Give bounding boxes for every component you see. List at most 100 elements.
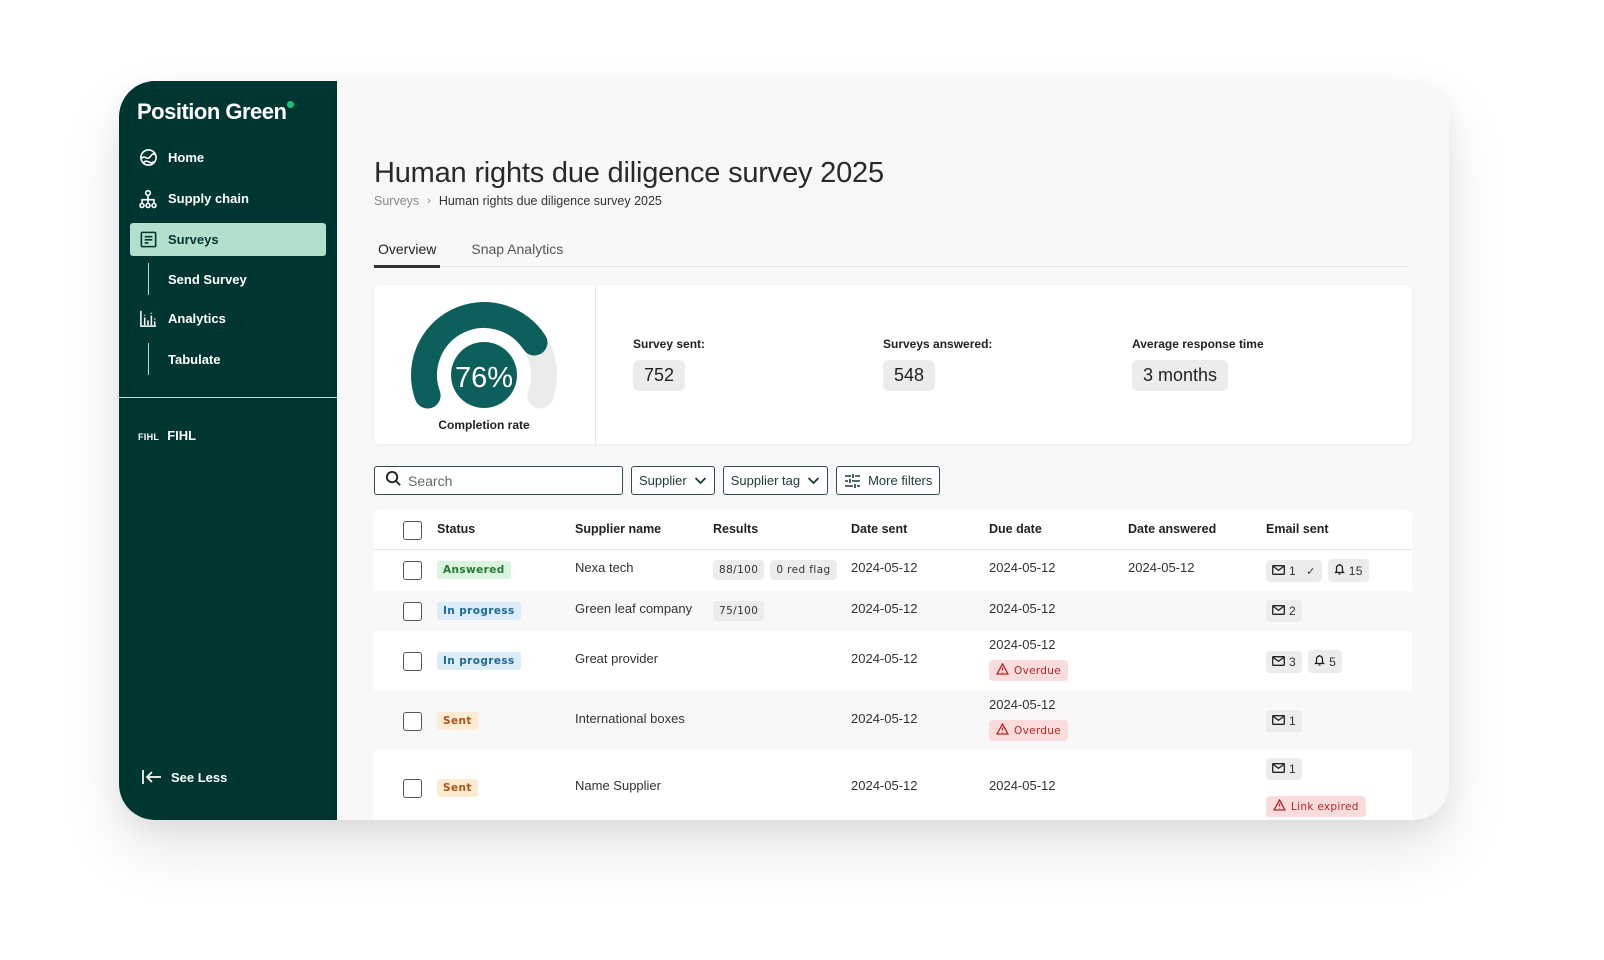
check-icon: ✓	[1306, 565, 1316, 578]
stat-label: Surveys answered:	[883, 337, 993, 351]
see-less-button[interactable]: See Less	[141, 768, 227, 786]
table-row[interactable]: Sent Name Supplier 2024-05-12 2024-05-12 1 Li…	[374, 750, 1412, 820]
sidebar-subitem-send-survey[interactable]: Send Survey	[148, 263, 318, 295]
supplier-name[interactable]: Great provider	[575, 651, 658, 666]
date-sent: 2024-05-12	[851, 601, 918, 616]
emails-sent-chip[interactable]: 1	[1266, 710, 1303, 732]
search-input[interactable]	[408, 472, 608, 489]
document-icon	[138, 230, 158, 250]
breadcrumb-surveys[interactable]: Surveys	[374, 194, 419, 208]
email-sent-cell: 1	[1266, 758, 1308, 780]
due-date: 2024-05-12	[989, 778, 1056, 793]
sidebar-item-label: Tabulate	[168, 351, 221, 367]
org-name: FIHL	[167, 428, 197, 443]
column-header-status[interactable]: Status	[437, 522, 475, 536]
emails-sent-chip[interactable]: 2	[1266, 600, 1303, 622]
emails-sent-chip[interactable]: 3	[1266, 651, 1303, 673]
tab-snap-analytics[interactable]: Snap Analytics	[467, 231, 567, 267]
reminders-chip[interactable]: 5	[1308, 650, 1343, 673]
gauge-label: Completion rate	[438, 418, 530, 432]
result-chip: 88/100	[713, 560, 765, 580]
tab-overview[interactable]: Overview	[374, 231, 441, 268]
chevron-right-icon: ›	[427, 195, 431, 207]
select-all-checkbox[interactable]	[403, 521, 422, 540]
breadcrumb: Surveys › Human rights due diligence sur…	[374, 194, 662, 208]
row-checkbox[interactable]	[403, 779, 422, 798]
sidebar-item-home[interactable]: Home	[130, 141, 326, 174]
sliders-icon	[845, 473, 861, 488]
completion-gauge: 76% Completion rate	[374, 285, 596, 444]
org-logo: FIHL	[138, 431, 160, 442]
supplier-name[interactable]: Green leaf company	[575, 601, 692, 616]
reminders-chip[interactable]: 15	[1327, 559, 1369, 582]
result-chip: 75/100	[713, 601, 765, 621]
supplier-name[interactable]: Name Supplier	[575, 778, 661, 793]
column-header-supplier-name[interactable]: Supplier name	[575, 522, 661, 536]
table-row[interactable]: Answered Nexa tech 88/100 0 red flag 2024-05…	[374, 550, 1412, 591]
supplier-tag-filter-dropdown[interactable]: Supplier tag	[722, 466, 829, 495]
status-badge: In progress	[437, 652, 521, 670]
email-count: 2	[1289, 604, 1297, 618]
sidebar-item-supply-chain[interactable]: Supply chain	[130, 182, 326, 215]
row-checkbox[interactable]	[403, 602, 422, 621]
sidebar-item-label: Home	[168, 150, 205, 165]
row-checkbox[interactable]	[403, 561, 422, 580]
email-sent-cell: 2	[1266, 600, 1308, 622]
sidebar-divider	[119, 397, 337, 398]
stat-average-response: Average response time 3 months	[1132, 337, 1264, 391]
sidebar-item-analytics[interactable]: Analytics	[130, 302, 326, 335]
column-header-email-sent[interactable]: Email sent	[1266, 522, 1329, 536]
emails-sent-chip[interactable]: 1 ✓	[1266, 560, 1322, 582]
supplier-name[interactable]: International boxes	[575, 711, 685, 726]
sidebar-item-label: Surveys	[168, 232, 219, 247]
row-checkbox[interactable]	[403, 652, 422, 671]
link-expired-alert: Link expired	[1266, 796, 1366, 817]
alert-label: Link expired	[1291, 800, 1359, 813]
reminder-count: 5	[1329, 654, 1337, 669]
page-title: Human rights due diligence survey 2025	[374, 157, 884, 189]
organization-switcher[interactable]: FIHL FIHL	[138, 428, 196, 443]
hierarchy-icon	[138, 189, 158, 209]
column-header-due-date[interactable]: Due date	[989, 522, 1042, 536]
warning-icon	[1272, 798, 1287, 814]
column-header-results[interactable]: Results	[713, 522, 758, 536]
results-cell: 88/100 0 red flag	[713, 560, 843, 580]
brand-logo[interactable]: Position Green	[137, 99, 295, 125]
mail-icon	[1272, 564, 1285, 578]
mail-icon	[1272, 714, 1285, 728]
chevron-down-icon	[807, 477, 820, 485]
alert-label: Overdue	[1014, 664, 1061, 677]
row-checkbox[interactable]	[403, 712, 422, 731]
table-row[interactable]: In progress Green leaf company 75/100 2024-…	[374, 591, 1412, 631]
supplier-filter-dropdown[interactable]: Supplier	[631, 466, 715, 495]
filter-label: More filters	[868, 473, 933, 488]
reminder-count: 15	[1348, 563, 1363, 578]
sidebar-item-surveys[interactable]: Surveys	[130, 223, 326, 256]
more-filters-button[interactable]: More filters	[836, 466, 941, 495]
email-count: 1	[1289, 762, 1297, 776]
sidebar-item-label: Supply chain	[168, 191, 249, 206]
table-body: Answered Nexa tech 88/100 0 red flag 2024-05…	[374, 550, 1412, 820]
collapse-left-icon	[141, 768, 163, 786]
result-chip: 0 red flag	[770, 560, 837, 580]
due-date: 2024-05-12	[989, 560, 1056, 575]
overdue-alert: Overdue	[989, 660, 1068, 681]
status-badge: Sent	[437, 779, 478, 797]
stat-value: 548	[883, 360, 936, 391]
see-less-label: See Less	[171, 769, 228, 785]
column-header-date-answered[interactable]: Date answered	[1128, 522, 1216, 536]
filter-bar: Supplier Supplier tag More filters	[374, 466, 941, 495]
sidebar-subitem-tabulate[interactable]: Tabulate	[148, 343, 318, 375]
date-sent: 2024-05-12	[851, 560, 918, 575]
table-row[interactable]: Sent International boxes 2024-05-12 2024-05…	[374, 691, 1412, 750]
email-sent-cell: 1	[1266, 710, 1308, 732]
alert-label: Overdue	[1014, 724, 1061, 737]
mail-icon	[1272, 604, 1285, 618]
tab-bar: Overview Snap Analytics	[374, 231, 1408, 268]
status-badge: In progress	[437, 602, 521, 620]
supplier-name[interactable]: Nexa tech	[575, 560, 634, 575]
mail-icon	[1272, 655, 1285, 669]
emails-sent-chip[interactable]: 1	[1266, 758, 1303, 780]
table-row[interactable]: In progress Great provider 2024-05-12 2024-…	[374, 631, 1412, 691]
column-header-date-sent[interactable]: Date sent	[851, 522, 907, 536]
